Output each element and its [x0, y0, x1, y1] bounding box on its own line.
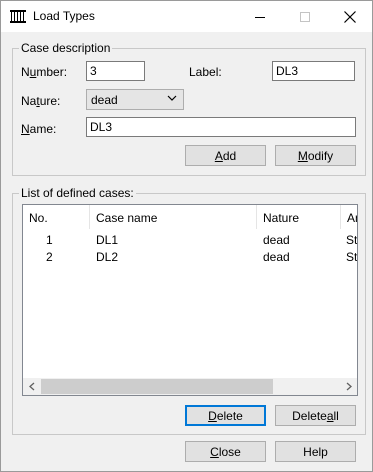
name-field[interactable]: DL3 [86, 117, 356, 137]
defined-cases-list[interactable]: No. Case name Nature An 1 DL1 dead St 2 … [22, 204, 358, 396]
load-types-dialog: Load Types Case description Number: 3 La… [0, 0, 373, 472]
list-row[interactable]: 2 DL2 dead St [23, 250, 358, 267]
scroll-left-button[interactable] [23, 378, 40, 395]
list-header: No. Case name Nature An [23, 205, 357, 229]
nature-select-value: dead [91, 93, 118, 107]
maximize-button[interactable] [282, 1, 327, 32]
maximize-icon [299, 11, 310, 22]
help-button[interactable]: Help [275, 441, 356, 462]
delete-all-button[interactable]: Delete a ll [275, 405, 356, 426]
case-description-group-label: Case description [19, 41, 113, 55]
row-nature: dead [263, 233, 290, 247]
row-no: 1 [46, 233, 53, 247]
title-bar: Load Types [1, 1, 372, 32]
label-field[interactable]: DL3 [272, 61, 355, 81]
list-row[interactable]: 1 DL1 dead St [23, 233, 358, 250]
window-title: Load Types [33, 9, 95, 23]
horizontal-scrollbar[interactable] [23, 378, 357, 395]
close-button[interactable]: Close [185, 441, 266, 462]
scrollbar-thumb[interactable] [41, 379, 273, 394]
label-label: Label: [189, 65, 222, 79]
row-case-name: DL1 [96, 233, 119, 247]
add-button[interactable]: Add [185, 145, 266, 166]
minimize-button[interactable] [237, 1, 282, 32]
delete-button[interactable]: Delete [185, 405, 266, 426]
row-nature: dead [263, 250, 290, 264]
load-types-app-icon [10, 10, 26, 23]
minimize-icon [254, 16, 265, 18]
nature-label: Nature: [21, 94, 61, 108]
column-header-case-name[interactable]: Case name [90, 205, 257, 229]
number-field[interactable]: 3 [86, 61, 145, 81]
row-no: 2 [46, 250, 53, 264]
close-icon [343, 10, 356, 23]
chevron-left-icon [28, 382, 34, 391]
row-analysis: St [346, 250, 358, 264]
chevron-down-icon [167, 95, 177, 101]
scroll-right-button[interactable] [340, 378, 357, 395]
column-header-no[interactable]: No. [23, 205, 90, 229]
row-analysis: St [346, 233, 358, 247]
column-header-analysis[interactable]: An [341, 205, 357, 229]
nature-select[interactable]: dead [86, 89, 184, 110]
row-case-name: DL2 [96, 250, 119, 264]
number-label: Number: [21, 65, 68, 79]
column-header-nature[interactable]: Nature [257, 205, 341, 229]
close-window-button[interactable] [327, 1, 372, 32]
name-label: Name: [21, 122, 57, 136]
chevron-right-icon [346, 382, 352, 391]
defined-cases-group-label: List of defined cases: [19, 186, 136, 200]
modify-button[interactable]: Modify [275, 145, 356, 166]
